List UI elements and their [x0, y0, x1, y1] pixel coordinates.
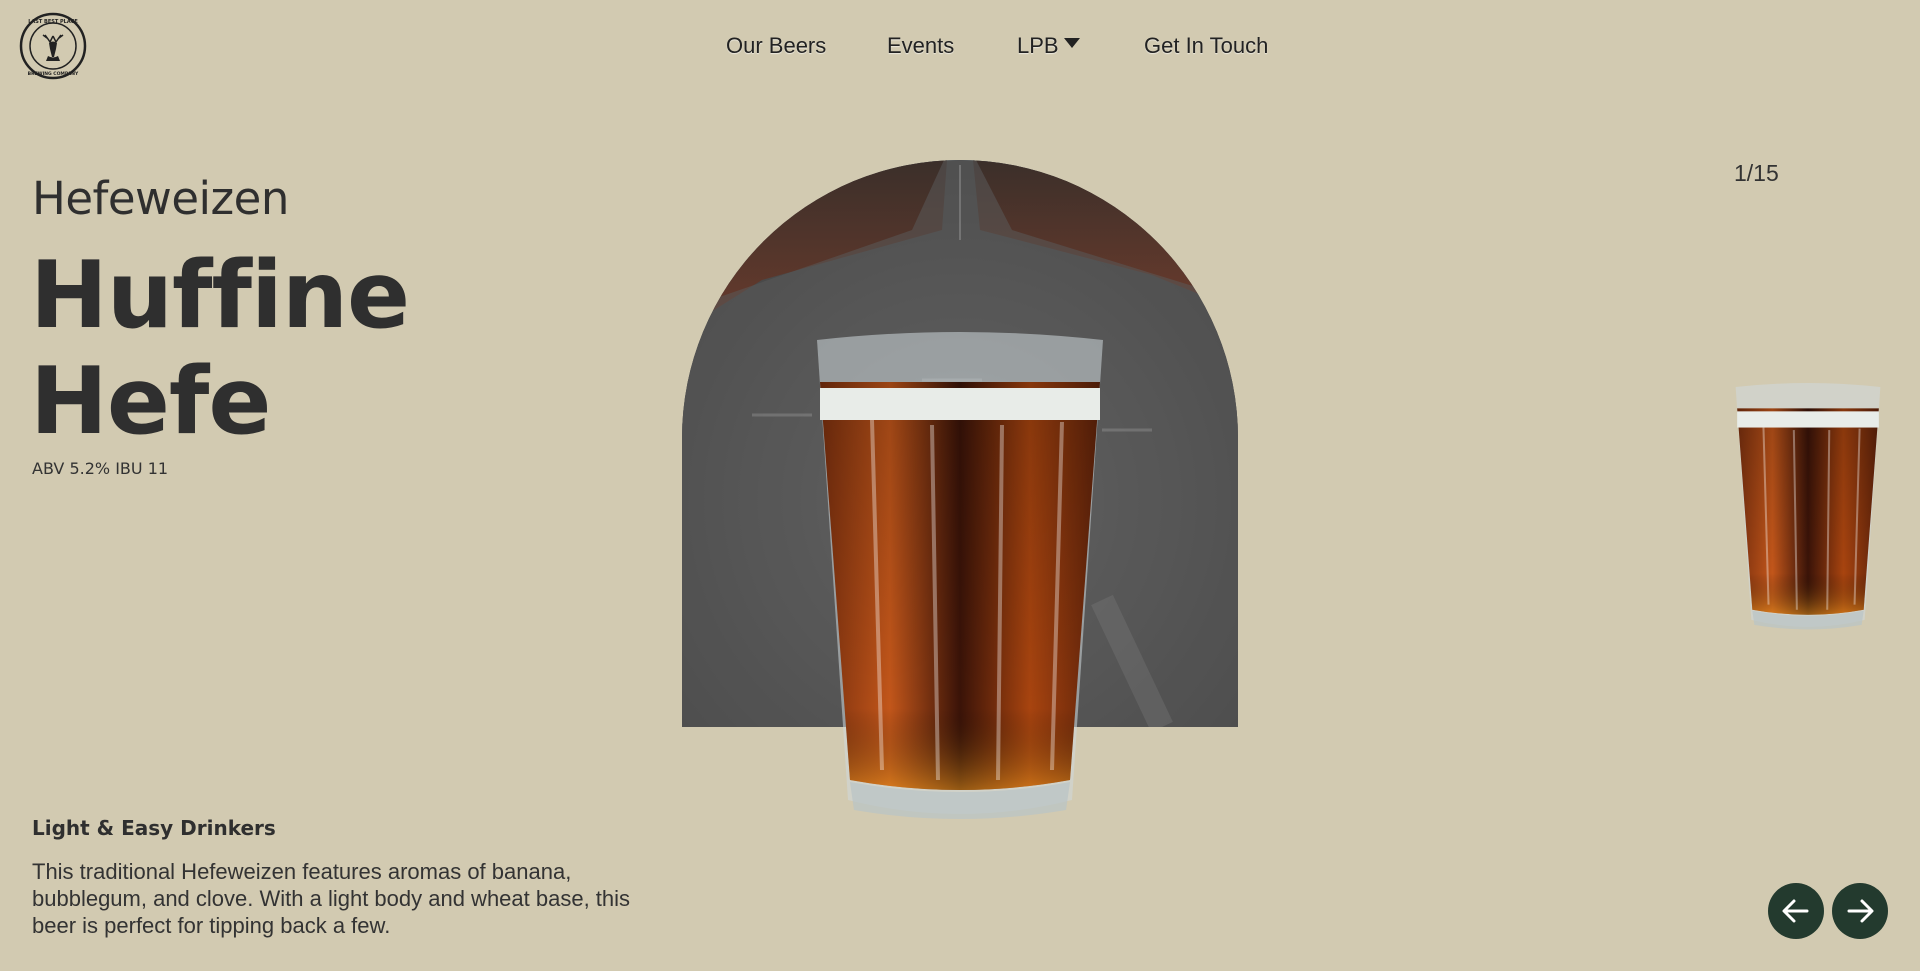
logo-text-bottom: BREWING COMPANY: [28, 71, 79, 77]
brand-logo[interactable]: LAST BEST PLACE BREWING COMPANY: [19, 12, 87, 80]
logo-text-top: LAST BEST PLACE: [28, 19, 78, 25]
beer-name: Huffine Hefe: [30, 242, 630, 454]
nav-lpb-label: LPB: [1017, 33, 1059, 58]
next-beer-glass-image[interactable]: [1733, 382, 1883, 634]
beer-style: Hefeweizen: [32, 172, 289, 225]
beer-stats: ABV 5.2% IBU 11: [32, 459, 169, 478]
nav-lpb-dropdown[interactable]: LPB: [1017, 33, 1080, 59]
deer-icon: LAST BEST PLACE BREWING COMPANY: [19, 12, 87, 80]
arrow-right-icon: [1847, 899, 1874, 923]
caret-down-icon: [1063, 38, 1080, 48]
beer-name-line-1: Huffine: [30, 241, 410, 349]
beer-description: This traditional Hefeweizen features aro…: [32, 859, 631, 938]
prev-slide-button[interactable]: [1768, 883, 1824, 939]
arrow-left-icon: [1782, 899, 1809, 923]
beer-category: Light & Easy Drinkers: [32, 816, 276, 840]
nav-get-in-touch[interactable]: Get In Touch: [1144, 33, 1268, 59]
nav-our-beers[interactable]: Our Beers: [726, 33, 826, 59]
slide-counter: 1/15: [1734, 160, 1779, 186]
nav-events[interactable]: Events: [887, 33, 954, 59]
beer-name-line-2: Hefe: [30, 347, 271, 455]
beer-glass-image: [817, 332, 1103, 819]
next-slide-button[interactable]: [1832, 883, 1888, 939]
